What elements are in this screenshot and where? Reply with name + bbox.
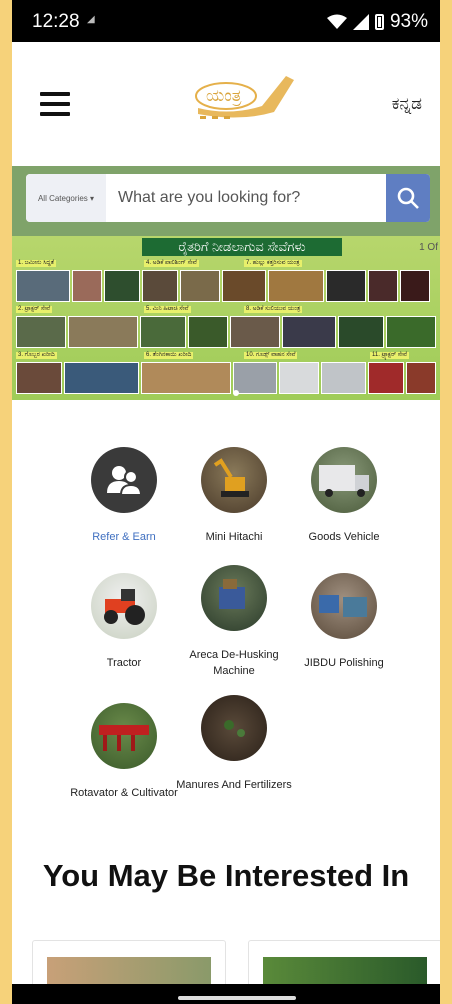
- banner-caption: 5. ಮಿನಿ ಹಿಟಾಚಿ ಸೇವೆ: [144, 306, 191, 313]
- battery-icon: [374, 14, 384, 30]
- home-gesture-handle[interactable]: [178, 996, 296, 1000]
- wifi-icon: [326, 14, 347, 29]
- banner-caption: 6. ತೆಂಗಿನಕಾಯಿ ಖರೀದಿ: [144, 352, 194, 359]
- service-label: Refer & Earn: [92, 531, 156, 543]
- areca-machine-image: [201, 565, 267, 631]
- banner-caption: 8. ಅಡಿಕೆ ಸುಲಿಯುವ ಯಂತ್ರ: [244, 306, 303, 313]
- banner-caption: 4. ಅಡಿಕೆ ಪಾಲಿಶಿಂಗ್ ಸೇವೆ: [144, 260, 199, 267]
- service-label: Rotavator & Cultivator: [70, 787, 178, 799]
- search-bar: All Categories ▾: [12, 166, 440, 236]
- jibdu-polishing-image: [311, 573, 377, 639]
- app-logo[interactable]: ಯಂತ್ರ: [190, 72, 298, 122]
- status-right: 93%: [326, 11, 428, 33]
- service-label: Goods Vehicle: [308, 531, 380, 543]
- status-bar: 12:28 ◢ 93%: [12, 0, 440, 42]
- banner-page: 1 Of: [419, 242, 438, 253]
- service-refer-earn[interactable]: Refer & Earn: [64, 447, 184, 545]
- rotavator-image: [91, 703, 157, 769]
- logo-text: ಯಂತ್ರ: [206, 86, 242, 106]
- banner-photo-row: [16, 316, 436, 348]
- search-icon: [397, 187, 419, 209]
- service-goods-vehicle[interactable]: Goods Vehicle: [284, 447, 404, 545]
- search-button[interactable]: [386, 174, 430, 222]
- goods-vehicle-image: [311, 447, 377, 513]
- banner-caption: 7. ಹುಲ್ಲು ಕತ್ತರಿಸುವ ಯಂತ್ರ: [244, 260, 302, 267]
- search-input[interactable]: [106, 174, 386, 222]
- service-rotavator[interactable]: Rotavator & Cultivator: [64, 703, 184, 801]
- service-label: Manures And Fertilizers: [176, 779, 292, 791]
- banner-title: ರೈತರಿಗೆ ನೀಡಲಾಗುವ ಸೇವೆಗಳು: [142, 238, 342, 256]
- app-screen: 12:28 ◢ 93% ಯಂತ್ರ ಕನ್ನಡ All Categories ▾…: [12, 0, 440, 1004]
- system-nav-bar: [12, 984, 440, 1004]
- manure-image: [201, 695, 267, 761]
- menu-icon[interactable]: [40, 92, 70, 116]
- carousel-indicator[interactable]: [233, 390, 239, 396]
- app-header: ಯಂತ್ರ ಕನ್ನಡ: [12, 42, 440, 166]
- service-areca-machine[interactable]: Areca De-Husking Machine: [174, 565, 294, 679]
- cell-signal-icon: [352, 14, 369, 30]
- signal-extra-icon: ◢: [87, 14, 95, 25]
- service-label: JIBDU Polishing: [304, 657, 384, 669]
- category-dropdown[interactable]: All Categories ▾: [26, 174, 106, 222]
- banner-photo-row: [16, 270, 436, 302]
- status-time: 12:28: [32, 11, 80, 32]
- services-banner[interactable]: ರೈತರಿಗೆ ನೀಡಲಾಗುವ ಸೇವೆಗಳು 1 Of 1. ಜಮೀನು ಸ…: [12, 236, 440, 400]
- mini-hitachi-image: [201, 447, 267, 513]
- service-jibdu-polishing[interactable]: JIBDU Polishing: [284, 573, 404, 671]
- service-tractor[interactable]: Tractor: [64, 573, 184, 671]
- tractor-image: [91, 573, 157, 639]
- section-heading: You May Be Interested In: [42, 858, 410, 893]
- language-toggle[interactable]: ಕನ್ನಡ: [392, 94, 422, 114]
- banner-caption: 10. ಗೂಡ್ಸ್ ವಾಹನ ಸೇವೆ: [244, 352, 298, 359]
- banner-photo-row: [16, 362, 437, 394]
- service-label: Areca De-Husking Machine: [189, 649, 279, 677]
- banner-caption: 2. ಟ್ರಾಕ್ಟರ್ ಸೇವೆ: [16, 306, 53, 313]
- service-mini-hitachi[interactable]: Mini Hitachi: [174, 447, 294, 545]
- service-manures[interactable]: Manures And Fertilizers: [174, 695, 294, 793]
- search-box: All Categories ▾: [26, 174, 430, 222]
- refer-earn-icon: [91, 447, 157, 513]
- service-label: Mini Hitachi: [205, 531, 263, 543]
- banner-caption: 3. ಗೊಬ್ಬರ ಖರೀದಿ: [16, 352, 57, 359]
- service-label: Tractor: [106, 657, 142, 669]
- banner-caption: 11. ಟ್ರ್ಯಾಕ್ಟರ್ ಸೇವೆ: [370, 352, 410, 359]
- banner-caption: 1. ಜಮೀನು ಸಿದ್ಧತೆ: [16, 260, 57, 267]
- battery-percent: 93%: [389, 11, 428, 32]
